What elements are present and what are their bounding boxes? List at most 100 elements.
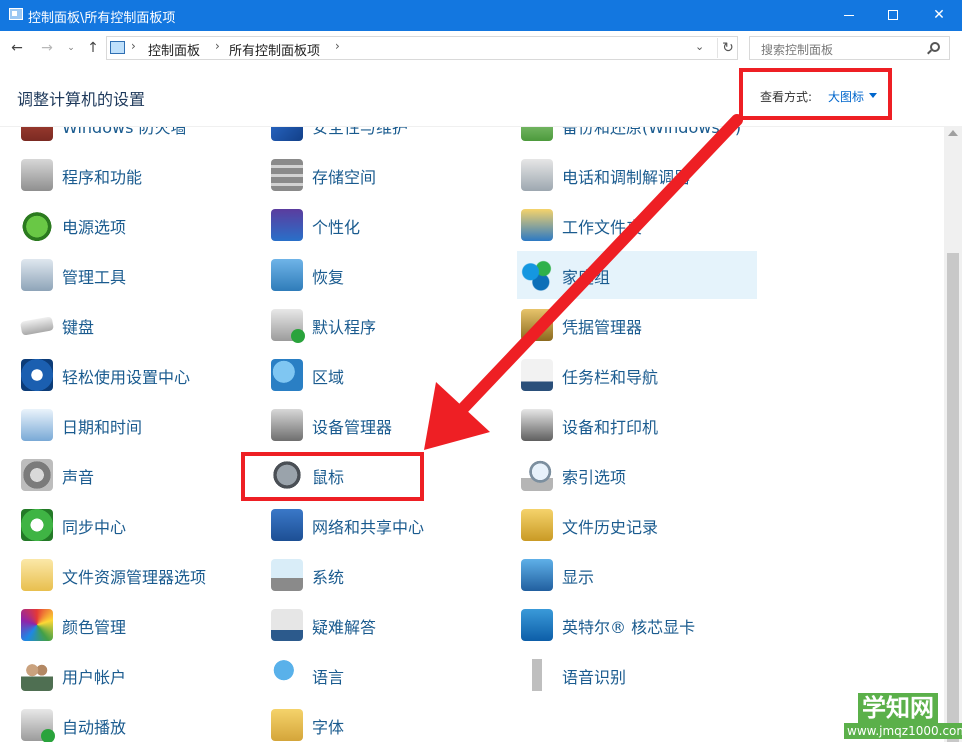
back-button[interactable]: ←	[7, 38, 27, 58]
control-panel-item-label: 英特尔® 核芯显卡	[562, 618, 696, 637]
up-button[interactable]: ↑	[83, 38, 103, 58]
control-panel-item[interactable]: 索引选项	[517, 451, 757, 499]
intel-graphics-icon	[521, 609, 553, 641]
control-panel-item[interactable]: 程序和功能	[17, 151, 257, 199]
chevron-down-icon[interactable]	[869, 93, 877, 98]
control-panel-item[interactable]: Windows 防火墙	[17, 127, 257, 149]
control-panel-item[interactable]: 颜色管理	[17, 601, 257, 649]
control-panel-item-label: 用户帐户	[62, 668, 127, 687]
control-panel-item[interactable]: 疑难解答	[267, 601, 507, 649]
control-panel-item-label: 默认程序	[312, 318, 377, 337]
control-panel-item[interactable]: 鼠标	[267, 451, 507, 499]
control-panel-item[interactable]: 区域	[267, 351, 507, 399]
maximize-icon	[888, 10, 898, 20]
control-panel-item[interactable]: 自动播放	[17, 701, 257, 742]
control-panel-item-label: 疑难解答	[312, 618, 377, 637]
control-panel-item[interactable]: 默认程序	[267, 301, 507, 349]
breadcrumb-all-items[interactable]: 所有控制面板项	[229, 40, 320, 59]
control-panel-item[interactable]: 轻松使用设置中心	[17, 351, 257, 399]
control-panel-item[interactable]: 文件资源管理器选项	[17, 551, 257, 599]
control-panel-item[interactable]: 电源选项	[17, 201, 257, 249]
control-panel-item[interactable]: 电话和调制解调器	[517, 151, 757, 199]
search-input[interactable]: 搜索控制面板	[761, 41, 833, 58]
user-accounts-icon	[21, 659, 53, 691]
address-dropdown-icon[interactable]: ⌄	[695, 40, 704, 53]
breadcrumb-separator[interactable]: ›	[131, 39, 136, 53]
control-panel-item-label: 安全性与维护	[312, 127, 409, 137]
backup-restore-icon	[521, 127, 553, 141]
control-panel-item[interactable]: 备份和还原(Windows 7)	[517, 127, 757, 149]
control-panel-item[interactable]: 个性化	[267, 201, 507, 249]
control-panel-item[interactable]: 字体	[267, 701, 507, 742]
search-icon[interactable]	[930, 42, 940, 52]
keyboard-icon	[20, 316, 54, 336]
control-panel-item[interactable]: 任务栏和导航	[517, 351, 757, 399]
control-panel-item-label: 文件资源管理器选项	[62, 568, 207, 587]
breadcrumb-separator[interactable]: ›	[215, 39, 220, 53]
search-box[interactable]: 搜索控制面板	[749, 36, 950, 60]
control-panel-item[interactable]: 工作文件夹	[517, 201, 757, 249]
control-panel-item[interactable]: 用户帐户	[17, 651, 257, 699]
scroll-thumb[interactable]	[947, 253, 959, 742]
breadcrumb-separator[interactable]: ›	[335, 39, 340, 53]
scroll-up-arrow-icon[interactable]	[948, 130, 958, 136]
maximize-button[interactable]	[870, 0, 916, 31]
vertical-scrollbar[interactable]	[944, 126, 962, 742]
control-panel-item[interactable]: 显示	[517, 551, 757, 599]
view-by-dropdown[interactable]: 大图标	[828, 88, 864, 105]
programs-features-icon	[21, 159, 53, 191]
explorer-options-icon	[21, 559, 53, 591]
control-panel-item[interactable]: 凭据管理器	[517, 301, 757, 349]
control-panel-item[interactable]: 设备和打印机	[517, 401, 757, 449]
control-panel-item[interactable]: 声音	[17, 451, 257, 499]
region-icon	[271, 359, 303, 391]
fonts-icon	[271, 709, 303, 741]
control-panel-item[interactable]: 语言	[267, 651, 507, 699]
control-panel-item[interactable]: 恢复	[267, 251, 507, 299]
refresh-button[interactable]: ↻	[717, 38, 738, 58]
forward-button[interactable]: →	[37, 38, 57, 58]
troubleshooting-icon	[271, 609, 303, 641]
control-panel-item[interactable]: 语音识别	[517, 651, 757, 699]
control-panel-icon	[9, 8, 23, 20]
control-panel-item[interactable]: 存储空间	[267, 151, 507, 199]
control-panel-item[interactable]: 安全性与维护	[267, 127, 507, 149]
security-maintenance-icon	[271, 127, 303, 141]
control-panel-item[interactable]: 英特尔® 核芯显卡	[517, 601, 757, 649]
power-options-icon	[21, 209, 53, 241]
control-panel-icon	[110, 41, 125, 54]
control-panel-item[interactable]: 文件历史记录	[517, 501, 757, 549]
control-panel-item-label: 自动播放	[62, 718, 127, 737]
navigation-bar: ← → ⌄ ↑ › 控制面板 › 所有控制面板项 › ⌄ ↻ 搜索控制面板	[0, 31, 962, 65]
control-panel-item-label: Windows 防火墙	[62, 127, 187, 137]
control-panel-item[interactable]: 系统	[267, 551, 507, 599]
control-panel-item[interactable]: 设备管理器	[267, 401, 507, 449]
control-panel-item-label: 字体	[312, 718, 345, 737]
control-panel-item[interactable]: 网络和共享中心	[267, 501, 507, 549]
autoplay-icon	[21, 709, 55, 742]
control-panel-item-label: 声音	[62, 468, 95, 487]
page-title: 调整计算机的设置	[17, 90, 146, 109]
control-panel-item-label: 管理工具	[62, 268, 127, 287]
control-panel-item[interactable]: 家庭组	[517, 251, 757, 299]
system-icon	[271, 559, 303, 591]
minimize-button[interactable]	[826, 0, 872, 31]
address-bar[interactable]: › 控制面板 › 所有控制面板项 › ⌄ ↻	[106, 36, 738, 60]
control-panel-item[interactable]: 键盘	[17, 301, 257, 349]
title-bar: 控制面板\所有控制面板项 ✕	[0, 0, 962, 31]
sound-icon	[21, 459, 53, 491]
breadcrumb-control-panel[interactable]: 控制面板	[148, 40, 200, 59]
control-panel-item-label: 语言	[312, 668, 345, 687]
control-panel-item-label: 程序和功能	[62, 168, 143, 187]
control-panel-item[interactable]: 同步中心	[17, 501, 257, 549]
control-panel-item[interactable]: 管理工具	[17, 251, 257, 299]
control-panel-item-label: 任务栏和导航	[562, 368, 659, 387]
storage-spaces-icon	[271, 159, 303, 191]
control-panel-item-label: 文件历史记录	[562, 518, 659, 537]
recent-locations-button[interactable]: ⌄	[61, 38, 81, 58]
admin-tools-icon	[21, 259, 53, 291]
control-panel-item[interactable]: 日期和时间	[17, 401, 257, 449]
control-panel-item-label: 鼠标	[312, 468, 345, 487]
close-button[interactable]: ✕	[916, 0, 962, 31]
speech-recognition-icon	[521, 659, 553, 691]
